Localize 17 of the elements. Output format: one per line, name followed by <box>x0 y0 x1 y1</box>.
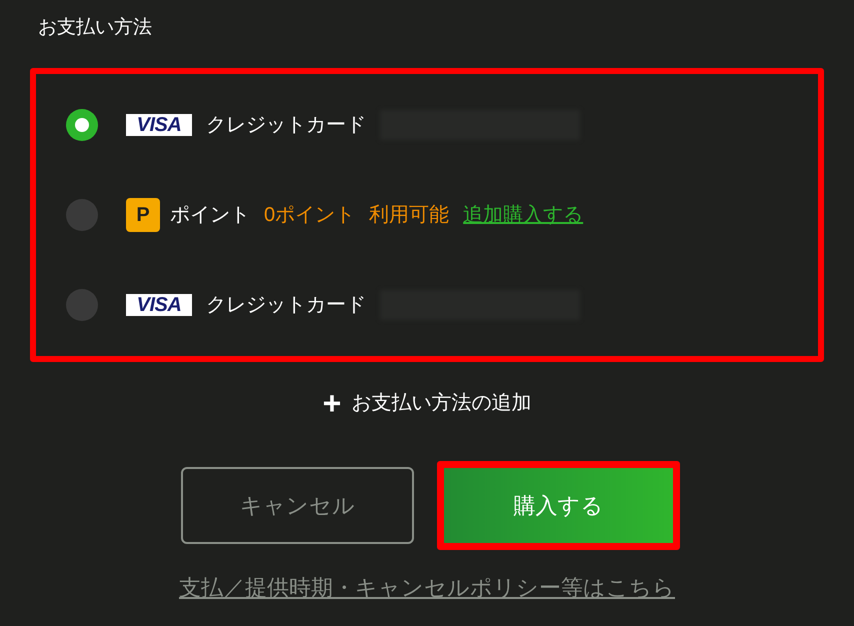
purchase-points-link[interactable]: 追加購入する <box>463 200 584 230</box>
radio-button[interactable] <box>66 199 98 231</box>
visa-logo: VISA <box>126 294 192 316</box>
purchase-button[interactable]: 購入する <box>444 468 673 543</box>
radio-button[interactable] <box>66 289 98 321</box>
payment-label: ポイント <box>170 203 250 228</box>
payment-label: クレジットカード <box>206 113 366 138</box>
availability-text: 利用可能 <box>369 203 450 228</box>
points-logo: P <box>126 198 160 232</box>
cancel-button[interactable]: キャンセル <box>181 467 414 544</box>
section-heading: お支払い方法 <box>37 16 153 40</box>
visa-logo: VISA <box>126 114 192 136</box>
policy-link[interactable]: 支払／提供時期・キャンセルポリシー等はこちら <box>179 571 675 604</box>
payment-label: クレジットカード <box>206 293 366 318</box>
points-balance: 0ポイント <box>264 203 356 228</box>
radio-button[interactable] <box>66 109 98 141</box>
add-payment-method-button[interactable]: + お支払い方法の追加 <box>322 386 532 420</box>
